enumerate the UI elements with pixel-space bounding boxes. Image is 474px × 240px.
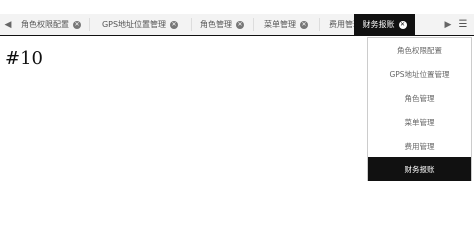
tab-divider: [319, 18, 320, 31]
close-icon[interactable]: ✕: [236, 20, 244, 29]
close-icon[interactable]: ✕: [300, 20, 308, 29]
dropdown-item-menu-management[interactable]: 菜单管理: [368, 110, 471, 134]
close-icon[interactable]: ✕: [398, 20, 407, 29]
tab-role-permission[interactable]: 角色权限配置 ✕: [15, 14, 87, 35]
tab-divider: [191, 18, 192, 31]
dropdown-item-expense-management[interactable]: 费用管理: [368, 134, 471, 158]
dropdown-item-finance-reimbursement[interactable]: 财务报账: [368, 157, 471, 181]
tab-list: 角色权限配置 ✕ GPS地址位置管理 ✕ 角色管理 ✕ 菜单管理 ✕ 费用管理 …: [15, 14, 440, 35]
tab-label: 角色权限配置: [21, 20, 69, 29]
caret-left-icon[interactable]: ◀: [2, 14, 14, 35]
tab-divider: [253, 18, 254, 31]
dropdown-item-role-management[interactable]: 角色管理: [368, 86, 471, 110]
list-menu-icon[interactable]: ☰: [455, 14, 471, 35]
tab-label: 财务报账: [362, 20, 395, 29]
tab-bar: ◀ 角色权限配置 ✕ GPS地址位置管理 ✕ 角色管理 ✕ 菜单管理 ✕ 费用管…: [0, 14, 474, 36]
tab-gps-location[interactable]: GPS地址位置管理 ✕: [91, 14, 189, 35]
tab-menu-management[interactable]: 菜单管理 ✕: [255, 14, 317, 35]
tab-finance-reimbursement[interactable]: 财务报账 ✕: [354, 14, 415, 35]
dropdown-item-gps-location[interactable]: GPS地址位置管理: [368, 62, 471, 86]
tab-label: 菜单管理: [264, 20, 296, 29]
content-id: #10: [5, 48, 43, 69]
tab-role-management[interactable]: 角色管理 ✕: [193, 14, 251, 35]
tab-divider: [89, 18, 90, 31]
close-icon[interactable]: ✕: [170, 20, 179, 29]
tab-dropdown-menu: 角色权限配置 GPS地址位置管理 角色管理 菜单管理 费用管理 财务报账: [367, 37, 472, 181]
tab-label: GPS地址位置管理: [101, 20, 167, 29]
close-icon[interactable]: ✕: [73, 20, 81, 29]
caret-right-icon[interactable]: ▶: [442, 14, 454, 35]
tab-label: 角色管理: [200, 20, 232, 29]
dropdown-item-role-permission[interactable]: 角色权限配置: [368, 38, 471, 62]
